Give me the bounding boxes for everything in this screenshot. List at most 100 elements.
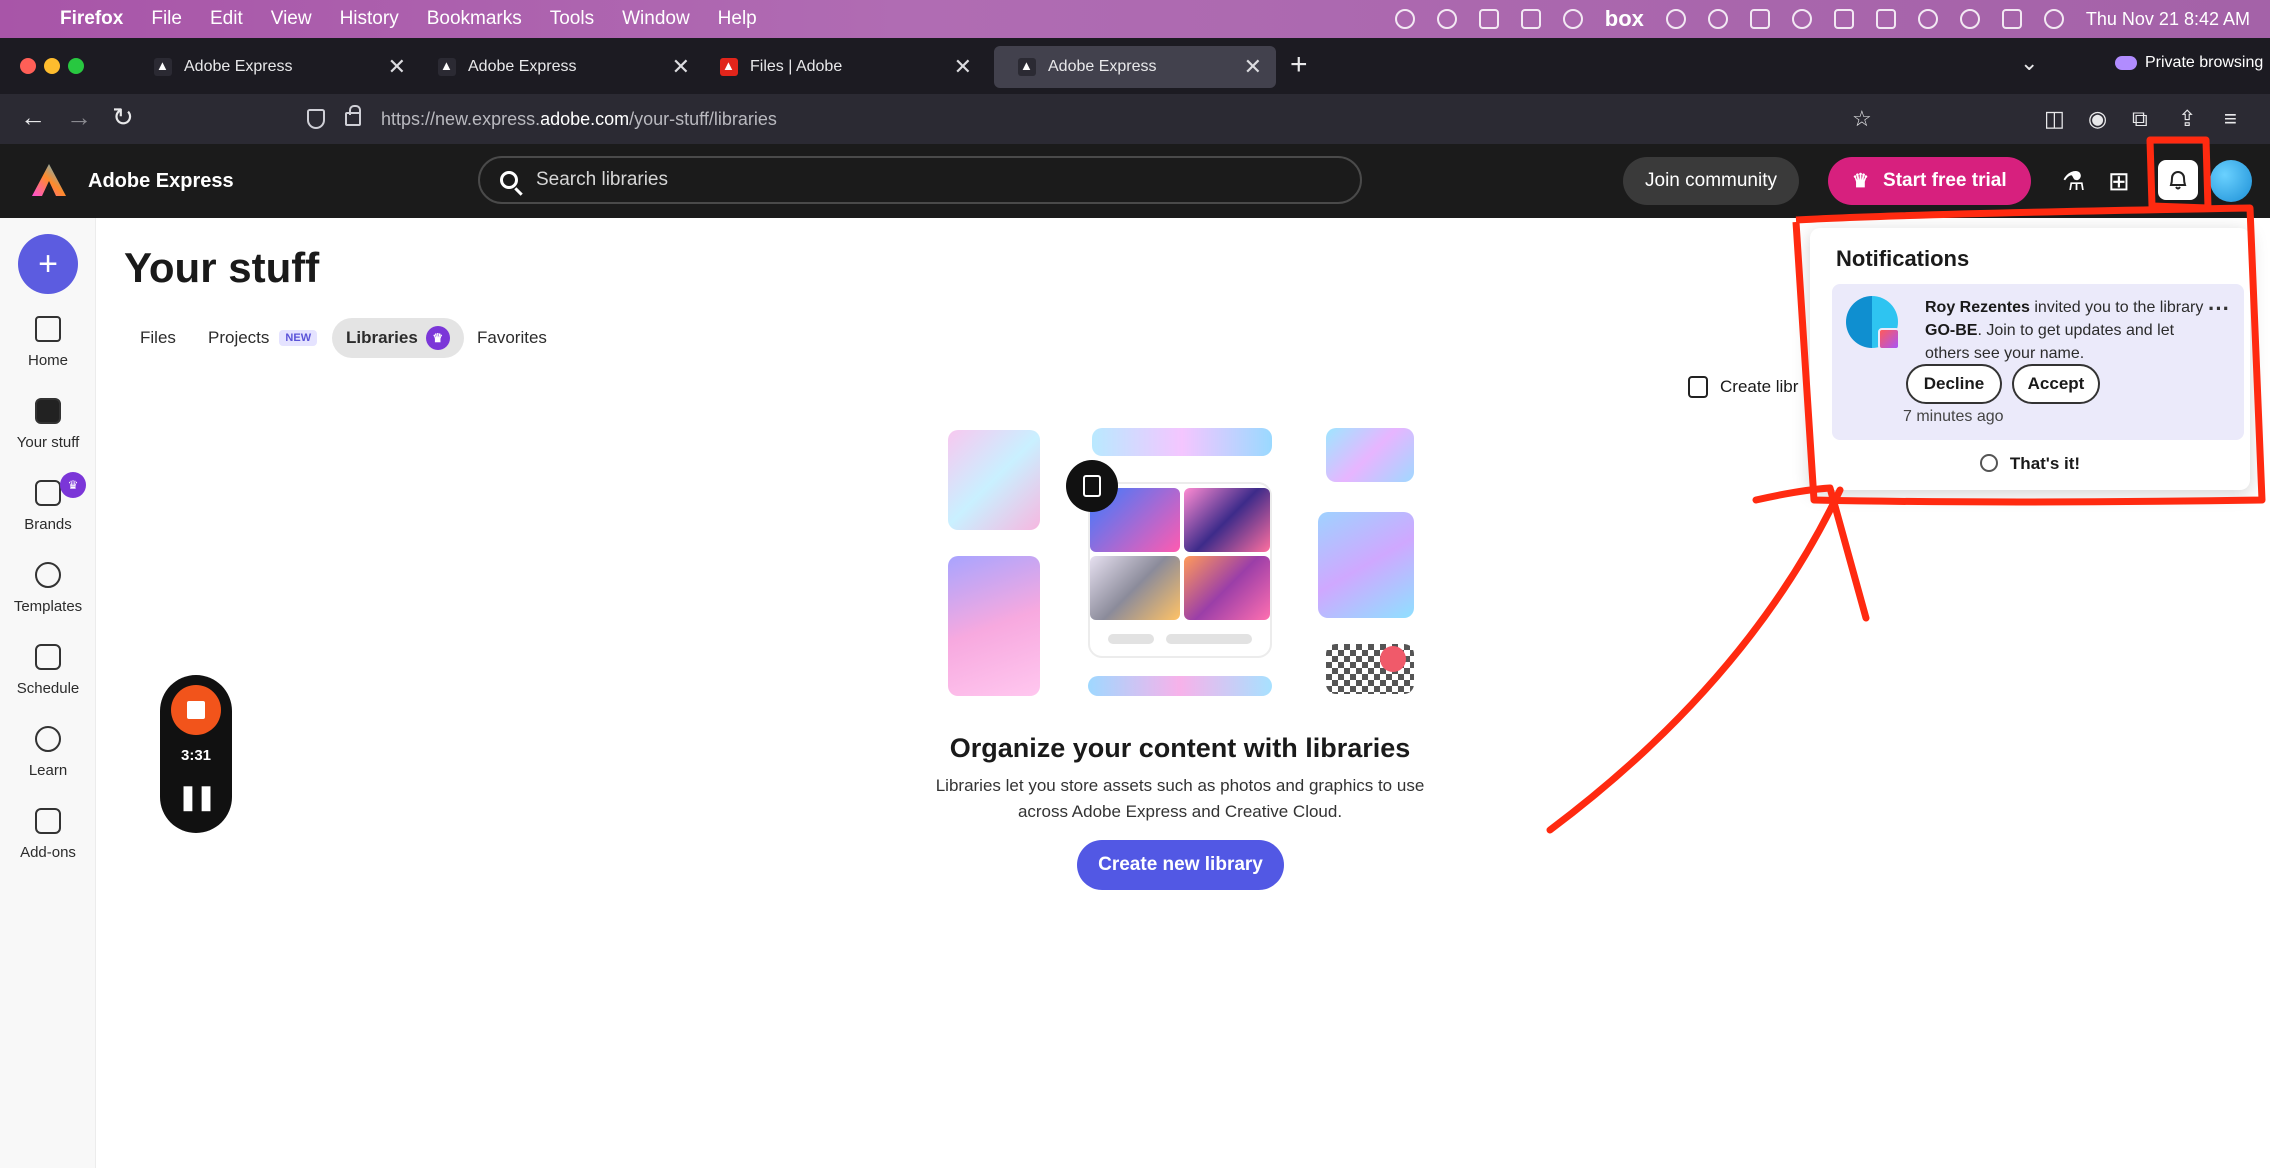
tab-title: Adobe Express — [1048, 58, 1157, 75]
sidebar-item-label: Your stuff — [16, 434, 80, 451]
window-zoom-button[interactable] — [68, 58, 84, 74]
user-avatar[interactable] — [2210, 160, 2252, 202]
hamburger-menu-icon[interactable]: ≡ — [2224, 106, 2237, 132]
empty-state-title: Organize your content with libraries — [949, 733, 1411, 763]
browser-tab-active[interactable]: Adobe Express ✕ — [994, 46, 1276, 88]
sidebar-item-label: Add-ons — [20, 844, 76, 861]
sidebar-item-label: Brands — [24, 516, 72, 533]
control-center-icon[interactable] — [2001, 9, 2022, 29]
join-community-button[interactable]: Join community — [1623, 157, 1799, 205]
siri-icon[interactable] — [2043, 9, 2064, 29]
adobe-express-favicon-icon — [154, 58, 172, 76]
illustration-photo — [1090, 556, 1180, 620]
status-app-icon[interactable] — [1394, 9, 1415, 29]
adobe-express-logo-icon[interactable] — [32, 164, 66, 196]
pause-icon[interactable]: ❚❚ — [160, 783, 232, 812]
menu-bar-clock[interactable]: Thu Nov 21 8:42 AM — [2086, 9, 2250, 30]
dropbox-icon[interactable] — [1520, 9, 1541, 29]
notification-item[interactable]: Roy Rezentes invited you to the library … — [1832, 284, 2244, 440]
decline-button[interactable]: Decline — [1906, 364, 2002, 404]
addons-icon — [35, 808, 61, 834]
user-icon[interactable] — [1791, 9, 1812, 29]
lock-icon[interactable] — [345, 105, 361, 126]
share-icon[interactable]: ⇪ — [2178, 106, 2196, 132]
flask-icon[interactable]: ⚗ — [2062, 166, 2085, 197]
tab-libraries[interactable]: Libraries ♛ — [332, 318, 464, 358]
accept-button[interactable]: Accept — [2012, 364, 2100, 404]
illustration-tile — [1318, 512, 1414, 618]
window-minimize-button[interactable] — [44, 58, 60, 74]
search-input[interactable]: Search libraries — [478, 156, 1362, 204]
message-text: invited you to the library — [2029, 299, 2204, 316]
tab-files[interactable]: Files — [140, 318, 176, 358]
box-icon[interactable]: box — [1605, 6, 1644, 32]
pocket-icon[interactable]: ◫ — [2044, 106, 2065, 132]
creative-cloud-icon[interactable] — [1665, 9, 1686, 29]
menu-window[interactable]: Window — [622, 8, 690, 30]
browser-tab[interactable]: Adobe Express ✕ — [130, 46, 420, 88]
file-icon — [1083, 475, 1101, 497]
bluetooth-icon[interactable] — [1833, 9, 1854, 29]
extensions-icon[interactable]: ⧉ — [2132, 106, 2148, 132]
library-card — [1088, 482, 1272, 658]
reload-icon[interactable]: ↻ — [112, 102, 134, 133]
tab-projects[interactable]: Projects NEW — [208, 318, 318, 358]
back-arrow-icon[interactable]: ← — [20, 102, 46, 133]
battery-icon[interactable] — [1875, 9, 1896, 29]
screen-icon[interactable] — [1749, 9, 1770, 29]
sidebar-item-label: Schedule — [16, 680, 80, 697]
create-new-library-button[interactable]: Create new library — [1077, 840, 1284, 890]
adobe-express-favicon-icon — [438, 58, 456, 76]
app-name[interactable]: Adobe Express — [88, 170, 234, 193]
tab-close-icon[interactable]: ✕ — [1244, 54, 1262, 80]
start-free-trial-button[interactable]: ♛ Start free trial — [1828, 157, 2031, 205]
recording-timer: 3:31 — [180, 747, 212, 764]
menu-file[interactable]: File — [151, 8, 182, 30]
gear-icon[interactable] — [1562, 9, 1583, 29]
more-options-icon[interactable]: ··· — [2208, 296, 2230, 322]
spotlight-search-icon[interactable] — [1959, 9, 1980, 29]
bookmark-star-icon[interactable]: ☆ — [1852, 106, 1872, 132]
account-icon[interactable]: ◉ — [2088, 106, 2107, 132]
menu-bookmarks[interactable]: Bookmarks — [427, 8, 522, 30]
sidebar-item-schedule[interactable]: Schedule — [0, 644, 96, 697]
tab-close-icon[interactable]: ✕ — [672, 54, 690, 80]
notifications-bell-button[interactable] — [2158, 160, 2198, 200]
tab-favorites[interactable]: Favorites — [477, 318, 547, 358]
window-close-button[interactable] — [20, 58, 36, 74]
list-all-tabs-chevron-icon[interactable]: ⌄ — [2020, 50, 2038, 76]
sidebar-item-learn[interactable]: Learn — [0, 726, 96, 779]
sidebar-item-your-stuff[interactable]: Your stuff — [0, 398, 96, 451]
stop-recording-button[interactable] — [171, 685, 221, 735]
browser-tab[interactable]: Files | Adobe ✕ — [696, 46, 986, 88]
forward-arrow-icon[interactable]: → — [66, 102, 92, 133]
menu-history[interactable]: History — [340, 8, 399, 30]
tracking-protection-shield-icon[interactable] — [307, 109, 325, 129]
remove-icon — [1380, 646, 1406, 672]
wifi-icon[interactable] — [1917, 9, 1938, 29]
sidebar-item-home[interactable]: Home — [0, 316, 96, 369]
drive-icon[interactable] — [1478, 9, 1499, 29]
sidebar-item-add-ons[interactable]: Add-ons — [0, 808, 96, 861]
create-library-button[interactable]: Create libr — [1688, 376, 1798, 398]
apps-grid-icon[interactable]: ⊞ — [2108, 166, 2130, 197]
crown-icon: ♛ — [1852, 170, 1870, 192]
menu-help[interactable]: Help — [718, 8, 757, 30]
browser-tab[interactable]: Adobe Express ✕ — [414, 46, 704, 88]
premium-crown-icon: ♛ — [60, 472, 86, 498]
sidebar-item-templates[interactable]: Templates — [0, 562, 96, 615]
tab-close-icon[interactable]: ✕ — [388, 54, 406, 80]
new-tab-button[interactable]: + — [1290, 48, 1308, 82]
bell-icon — [2169, 171, 2187, 190]
tab-close-icon[interactable]: ✕ — [954, 54, 972, 80]
menu-edit[interactable]: Edit — [210, 8, 243, 30]
headphones-icon[interactable] — [1707, 9, 1728, 29]
url-bar[interactable]: https://new.express. adobe.com/your-stuff… — [295, 100, 1895, 138]
menu-firefox[interactable]: Firefox — [60, 8, 123, 30]
menu-view[interactable]: View — [271, 8, 312, 30]
sidebar-item-brands[interactable]: ♛ Brands — [0, 472, 96, 533]
menu-tools[interactable]: Tools — [550, 8, 594, 30]
library-name: GO-BE — [1925, 322, 1978, 339]
status-app-icon[interactable] — [1436, 9, 1457, 29]
create-plus-button[interactable]: + — [18, 234, 78, 294]
